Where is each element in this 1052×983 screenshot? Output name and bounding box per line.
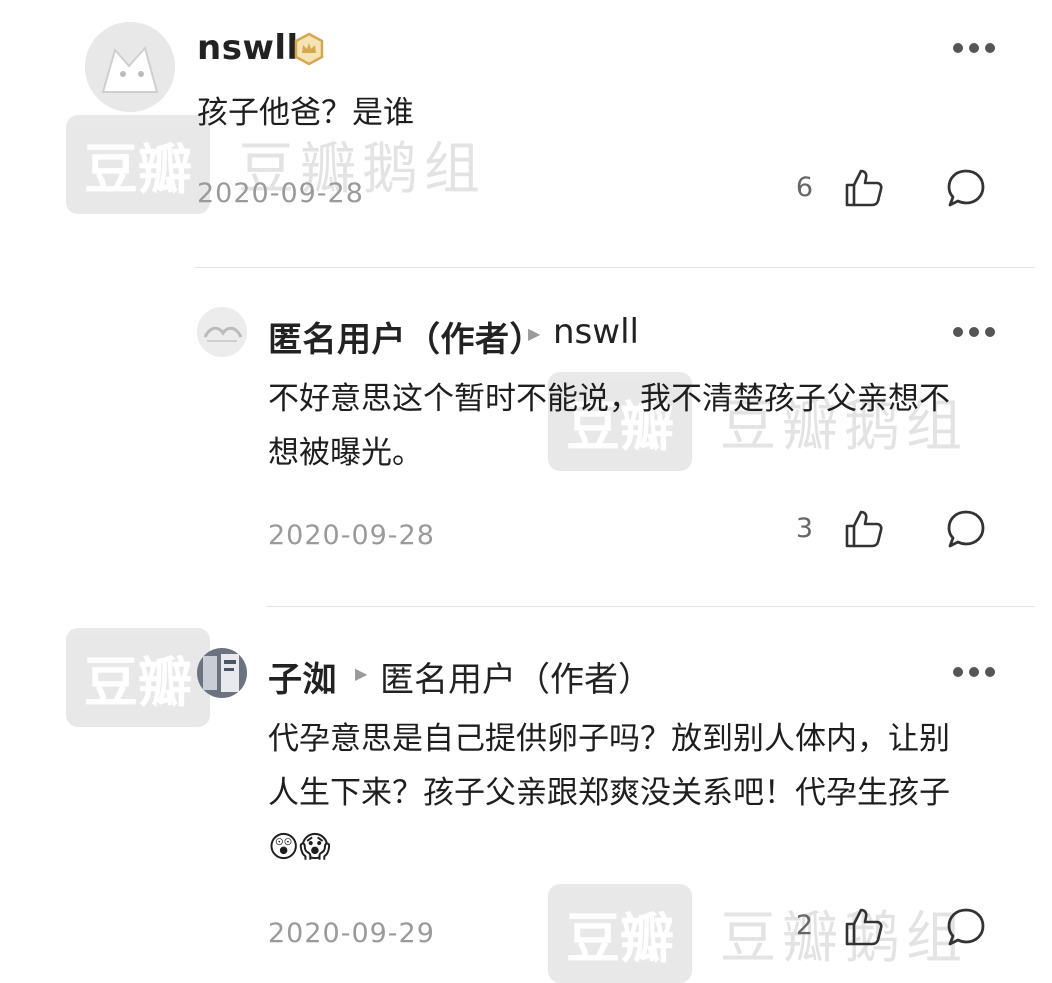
comment-text-body: 代孕意思是自己提供卵子吗？放到别人体内，让别人生下来？孩子父亲跟郑爽没关系吧！代… <box>268 721 950 811</box>
comment-text: 不好意思这个暂时不能说，我不清楚孩子父亲想不想被曝光。 <box>268 381 950 471</box>
comment-author[interactable]: 匿名用户（作者） <box>268 312 544 361</box>
avatar[interactable] <box>197 648 247 698</box>
comment-author[interactable]: 子洳 <box>268 652 337 701</box>
reply-arrow-icon: ▶ <box>528 324 541 343</box>
comment-bubble-icon[interactable] <box>945 508 987 550</box>
thumbs-up-icon[interactable] <box>843 906 885 948</box>
watermark-logo: 豆瓣 <box>66 628 210 727</box>
comment-text: 孩子他爸？是谁 <box>197 95 414 131</box>
watermark: 豆瓣 <box>66 628 210 727</box>
reply-target[interactable]: nswll <box>553 312 639 352</box>
avatar[interactable] <box>85 22 175 112</box>
watermark-logo: 豆瓣 <box>548 884 692 983</box>
watermark-logo: 豆瓣 <box>66 115 210 214</box>
like-count: 2 <box>795 910 813 941</box>
comment-date: 2020-09-28 <box>197 178 364 209</box>
divider <box>266 606 1035 607</box>
crown-badge-icon <box>294 32 324 66</box>
like-count: 3 <box>795 513 813 544</box>
more-options-icon[interactable] <box>950 662 998 682</box>
comment-text: 代孕意思是自己提供卵子吗？放到别人体内，让别人生下来？孩子父亲跟郑爽没关系吧！代… <box>268 712 968 875</box>
thumbs-up-icon[interactable] <box>843 167 885 209</box>
divider <box>195 267 1035 268</box>
reply-arrow-icon: ▶ <box>355 664 368 683</box>
thumbs-up-icon[interactable] <box>843 508 885 550</box>
avatar[interactable] <box>197 307 247 357</box>
avatar-image <box>85 22 175 112</box>
avatar-image <box>197 648 247 698</box>
comment-author[interactable]: nswll <box>197 28 299 68</box>
comment-bubble-icon[interactable] <box>945 167 987 209</box>
reply-target[interactable]: 匿名用户（作者） <box>380 652 652 701</box>
watermark: 豆瓣 豆瓣鹅组 <box>548 884 968 983</box>
comment-date: 2020-09-29 <box>268 918 435 949</box>
comment-bubble-icon[interactable] <box>945 906 987 948</box>
like-count: 6 <box>795 172 813 203</box>
comment-date: 2020-09-28 <box>268 520 435 551</box>
more-options-icon[interactable] <box>950 322 998 342</box>
avatar-image <box>197 307 247 357</box>
emoji: 😲😱 <box>268 830 331 865</box>
more-options-icon[interactable] <box>950 38 998 58</box>
